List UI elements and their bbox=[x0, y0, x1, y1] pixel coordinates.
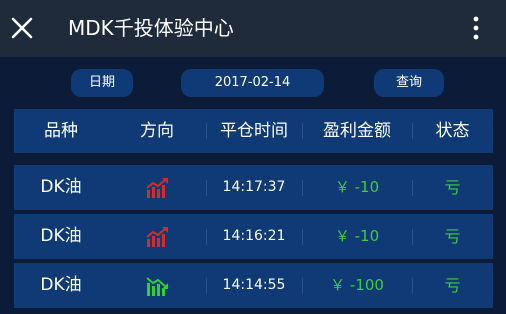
trend-up-icon bbox=[146, 227, 168, 247]
header-divider bbox=[412, 123, 413, 139]
column-header-product: 品种 bbox=[44, 121, 78, 141]
profit-amount: ￥ -100 bbox=[330, 276, 384, 294]
direction-cell bbox=[108, 165, 206, 210]
trend-down-icon bbox=[146, 277, 168, 296]
row-divider bbox=[412, 180, 413, 196]
row-divider bbox=[302, 278, 303, 294]
row-divider bbox=[302, 229, 303, 245]
row-divider bbox=[412, 229, 413, 245]
row-divider bbox=[412, 278, 413, 294]
row-divider bbox=[206, 180, 207, 196]
close-time: 14:14:55 bbox=[222, 277, 286, 293]
direction-cell bbox=[108, 263, 206, 308]
status-label: 亏 bbox=[444, 276, 461, 295]
app-title: MDK千投体验中心 bbox=[68, 16, 234, 40]
status-label: 亏 bbox=[444, 227, 461, 246]
table-row[interactable]: DK油 14:16:21 ￥ -10 亏 bbox=[14, 214, 493, 259]
profit-amount: ￥ -10 bbox=[334, 178, 380, 196]
close-icon[interactable] bbox=[6, 12, 38, 44]
status-label: 亏 bbox=[444, 178, 461, 197]
date-button[interactable]: 日期 bbox=[71, 69, 133, 97]
direction-cell bbox=[108, 214, 206, 259]
more-options-icon[interactable] bbox=[466, 12, 486, 44]
profit-amount: ￥ -10 bbox=[334, 227, 380, 245]
table-row[interactable]: DK油 14:14:55 ￥ -100 亏 bbox=[14, 263, 493, 308]
table-header: 品种 方向 平仓时间 盈利金额 状态 bbox=[14, 109, 493, 153]
row-divider bbox=[206, 229, 207, 245]
query-button[interactable]: 查询 bbox=[374, 69, 444, 97]
header-divider bbox=[302, 123, 303, 139]
column-header-status: 状态 bbox=[435, 121, 470, 141]
close-time: 14:17:37 bbox=[222, 179, 286, 195]
column-header-direction: 方向 bbox=[140, 121, 174, 141]
product-name: DK油 bbox=[40, 177, 82, 197]
table-row[interactable]: DK油 14:17:37 ￥ -10 亏 bbox=[14, 165, 493, 210]
title-bar: MDK千投体验中心 bbox=[0, 0, 506, 57]
column-header-close-time: 平仓时间 bbox=[220, 121, 288, 141]
date-selector[interactable]: 2017-02-14 bbox=[181, 69, 324, 97]
trend-up-icon bbox=[146, 178, 168, 198]
header-divider bbox=[206, 123, 207, 139]
product-name: DK油 bbox=[40, 275, 82, 295]
product-name: DK油 bbox=[40, 226, 82, 246]
column-header-profit: 盈利金额 bbox=[323, 121, 391, 141]
row-divider bbox=[302, 180, 303, 196]
row-divider bbox=[206, 278, 207, 294]
close-time: 14:16:21 bbox=[222, 228, 286, 244]
